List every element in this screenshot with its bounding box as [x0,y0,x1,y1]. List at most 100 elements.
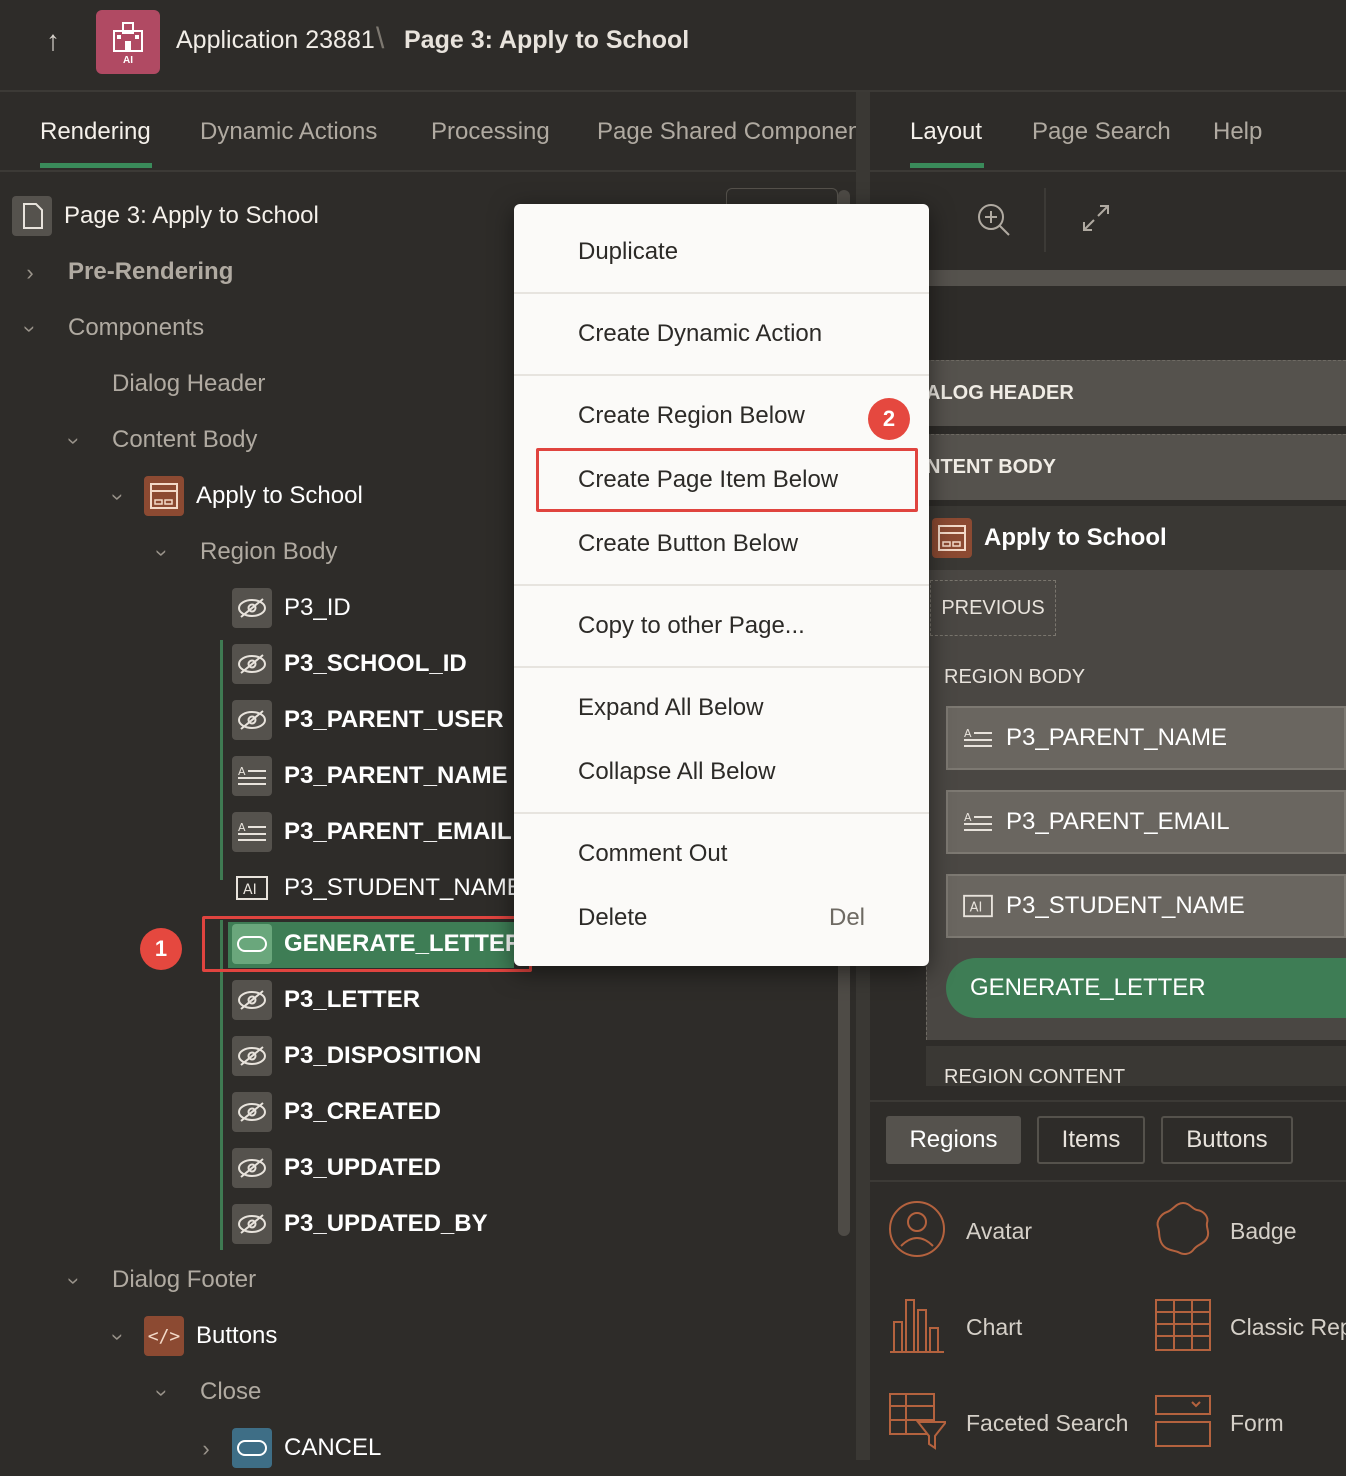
tree-node-buttons-region[interactable]: </> Buttons [144,1308,277,1364]
tree-node-dialog-header[interactable]: Dialog Header [112,356,265,412]
zoom-in-icon[interactable] [976,202,1012,238]
tree-label: Buttons [196,1322,278,1349]
layout-field-label: P3_PARENT_EMAIL [1006,808,1230,835]
tab-dynamic-actions[interactable]: Dynamic Actions [200,118,377,146]
menu-separator [514,666,929,668]
tree-node-region[interactable]: Apply to School [144,468,363,524]
gallery-tab-regions[interactable]: Regions [886,1116,1021,1164]
tab-rendering[interactable]: Rendering [40,118,151,146]
menu-item-collapse-all-below[interactable]: Collapse All Below [578,758,775,786]
breadcrumb-app[interactable]: Application 23881 [176,26,375,55]
form-icon[interactable] [1154,1392,1212,1450]
menu-item-create-dynamic-action[interactable]: Create Dynamic Action [578,320,822,348]
chevron-down-icon[interactable]: › [61,1269,87,1293]
tree-node-cancel[interactable]: CANCEL [232,1420,381,1476]
left-tab-bar: Rendering Dynamic Actions Processing Pag… [0,92,861,172]
gallery-tab-buttons[interactable]: Buttons [1161,1116,1293,1164]
chart-icon[interactable] [888,1296,946,1354]
hidden-eye-icon [232,980,272,1020]
tab-layout[interactable]: Layout [910,118,982,146]
tab-page-search[interactable]: Page Search [1032,118,1171,146]
layout-field-parent-email[interactable]: A P3_PARENT_EMAIL [946,790,1346,854]
expand-icon[interactable] [1080,202,1112,234]
tree-item-p3-student-name[interactable]: AI P3_STUDENT_NAME [232,860,523,916]
gallery-item-faceted-search[interactable]: Faceted Search [966,1410,1128,1437]
context-menu: Duplicate Create Dynamic Action Create R… [514,204,929,966]
hidden-eye-icon [232,588,272,628]
hidden-eye-icon [232,1092,272,1132]
region-icon [144,476,184,516]
tree-label: CANCEL [284,1434,382,1461]
app-icon[interactable]: AI [96,10,160,74]
layout-field-parent-name[interactable]: A P3_PARENT_NAME [946,706,1346,770]
tree-node-components[interactable]: Components [68,300,204,356]
menu-item-create-button-below[interactable]: Create Button Below [578,530,798,558]
layout-dialog-header[interactable]: ALOG HEADER [926,360,1346,426]
tree-item-p3-parent-name[interactable]: A P3_PARENT_NAME [232,748,508,804]
tree-label: Pre-Rendering [68,258,234,285]
layout-previous-position[interactable]: PREVIOUS [930,580,1056,636]
tree-node-page[interactable]: Page 3: Apply to School [12,188,319,244]
chevron-down-icon[interactable]: › [105,485,131,509]
tree-node-region-body[interactable]: Region Body [200,524,337,580]
menu-separator [514,374,929,376]
layout-button-generate-letter[interactable]: GENERATE_LETTER [946,958,1346,1018]
tree-node-close[interactable]: Close [200,1364,261,1420]
top-bar: ↑ AI Application 23881 \ Page 3: Apply t… [0,0,1346,92]
layout-region-content-label: REGION CONTENT [944,1066,1126,1088]
layout-region-header[interactable]: Apply to School [926,506,1346,570]
tree-node-dialog-footer[interactable]: Dialog Footer [112,1252,256,1308]
menu-item-duplicate[interactable]: Duplicate [578,238,678,266]
gallery-item-chart[interactable]: Chart [966,1314,1022,1341]
menu-item-expand-all-below[interactable]: Expand All Below [578,694,763,722]
faceted-search-icon[interactable] [888,1392,946,1450]
badge-icon[interactable] [1154,1200,1212,1258]
chevron-down-icon[interactable]: › [105,1325,131,1349]
chevron-down-icon[interactable]: › [149,541,175,565]
gallery-item-form[interactable]: Form [1230,1410,1284,1437]
item-label: P3_UPDATED [284,1154,441,1181]
toolbar-divider [1044,188,1046,252]
menu-separator [514,584,929,586]
gallery-tab-items[interactable]: Items [1037,1116,1145,1164]
menu-item-copy-to-other-page[interactable]: Copy to other Page... [578,612,805,640]
tree-item-p3-created[interactable]: P3_CREATED [232,1084,441,1140]
page-icon [12,196,52,236]
item-label: P3_LETTER [284,986,421,1013]
tree-item-p3-parent-user[interactable]: P3_PARENT_USER [232,692,504,748]
gallery-divider [870,1180,1346,1182]
menu-item-comment-out[interactable]: Comment Out [578,840,727,868]
tab-page-shared-components[interactable]: Page Shared Componen [597,118,861,146]
avatar-icon[interactable] [888,1200,946,1258]
tree-node-pre-rendering[interactable]: Pre-Rendering [68,244,233,300]
gallery-item-badge[interactable]: Badge [1230,1218,1297,1245]
chevron-down-icon[interactable]: › [61,429,87,453]
menu-item-delete[interactable]: Delete [578,904,647,932]
tree-item-p3-school-id[interactable]: P3_SCHOOL_ID [232,636,467,692]
gallery-item-avatar[interactable]: Avatar [966,1218,1032,1245]
tab-processing[interactable]: Processing [431,118,550,146]
menu-item-create-region-below[interactable]: Create Region Below [578,402,805,430]
tree-item-p3-parent-email[interactable]: A P3_PARENT_EMAIL [232,804,512,860]
chevron-down-icon[interactable]: › [149,1381,175,1405]
menu-separator [514,292,929,294]
tree-item-p3-updated[interactable]: P3_UPDATED [232,1140,441,1196]
tab-help[interactable]: Help [1213,118,1262,146]
layout-content-body[interactable]: NTENT BODY [926,434,1346,500]
tree-item-p3-letter[interactable]: P3_LETTER [232,972,420,1028]
layout-label: ALOG HEADER [926,382,1074,404]
chevron-right-icon[interactable]: › [18,260,42,286]
gallery-item-classic-report[interactable]: Classic Repo [1230,1314,1346,1341]
chevron-right-icon[interactable]: › [194,1436,218,1462]
tree-item-p3-id[interactable]: P3_ID [232,580,351,636]
tree-item-p3-updated-by[interactable]: P3_UPDATED_BY [232,1196,488,1252]
tree-node-content-body[interactable]: Content Body [112,412,257,468]
chevron-down-icon[interactable]: › [17,317,43,341]
layout-field-student-name[interactable]: AI P3_STUDENT_NAME [946,874,1346,938]
text-field-icon: A [964,727,992,747]
hidden-eye-icon [232,644,272,684]
tree-label: Close [200,1378,262,1405]
classic-report-icon[interactable] [1154,1296,1212,1354]
up-arrow-icon[interactable]: ↑ [38,26,68,56]
tree-item-p3-disposition[interactable]: P3_DISPOSITION [232,1028,481,1084]
